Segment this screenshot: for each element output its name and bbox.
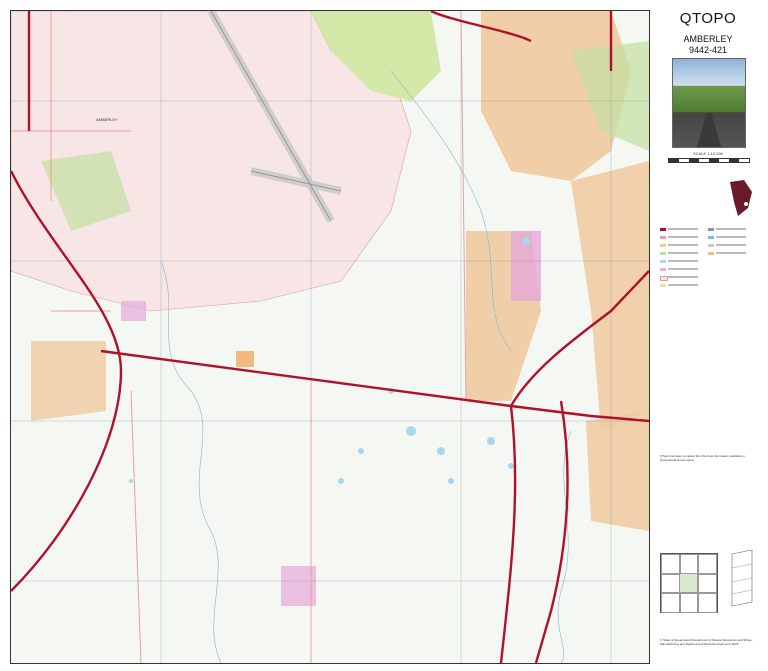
urban-area-southeast — [586, 411, 649, 531]
urban-area-west — [31, 341, 106, 421]
scale-label: SCALE 1:10,000 — [693, 151, 723, 156]
adjoining-sheet — [697, 573, 717, 594]
urban-area-east-2 — [571, 161, 649, 431]
adjoining-sheet — [697, 554, 717, 575]
adjoining-sheet — [697, 592, 717, 613]
series-title: QTOPO — [679, 10, 737, 27]
map-place-label: AMBERLEY — [96, 117, 118, 122]
adjoining-sheet — [679, 554, 699, 575]
photo-road — [697, 113, 721, 147]
map-canvas: AMBERLEY — [11, 11, 649, 663]
legend-panel: QTOPO AMBERLEY 9442-421 SCALE 1:10,000 Q… — [654, 8, 762, 664]
pink-zone-3 — [121, 301, 146, 321]
orange-zone — [236, 351, 254, 367]
sheet-name: AMBERLEY — [683, 34, 733, 44]
locality-map-icon — [730, 180, 752, 216]
topographic-map[interactable]: AMBERLEY — [10, 10, 650, 664]
current-sheet — [679, 573, 699, 594]
cover-photo — [672, 58, 746, 148]
copyright-text: © State of Queensland (Department of Nat… — [660, 638, 753, 646]
map-legend — [660, 228, 756, 458]
adjoining-sheet — [661, 592, 681, 613]
adjoining-sheet — [679, 592, 699, 613]
adjoining-sheet — [661, 573, 681, 594]
adjoining-sheets-diagram — [660, 553, 718, 613]
disclaimer-text: QTopo has been compiled from the best in… — [660, 454, 745, 462]
adjoining-sheet — [661, 554, 681, 575]
scale-bar — [668, 158, 750, 163]
fold-diagram-icon — [731, 549, 753, 607]
sheet-number: 9442-421 — [688, 45, 728, 55]
